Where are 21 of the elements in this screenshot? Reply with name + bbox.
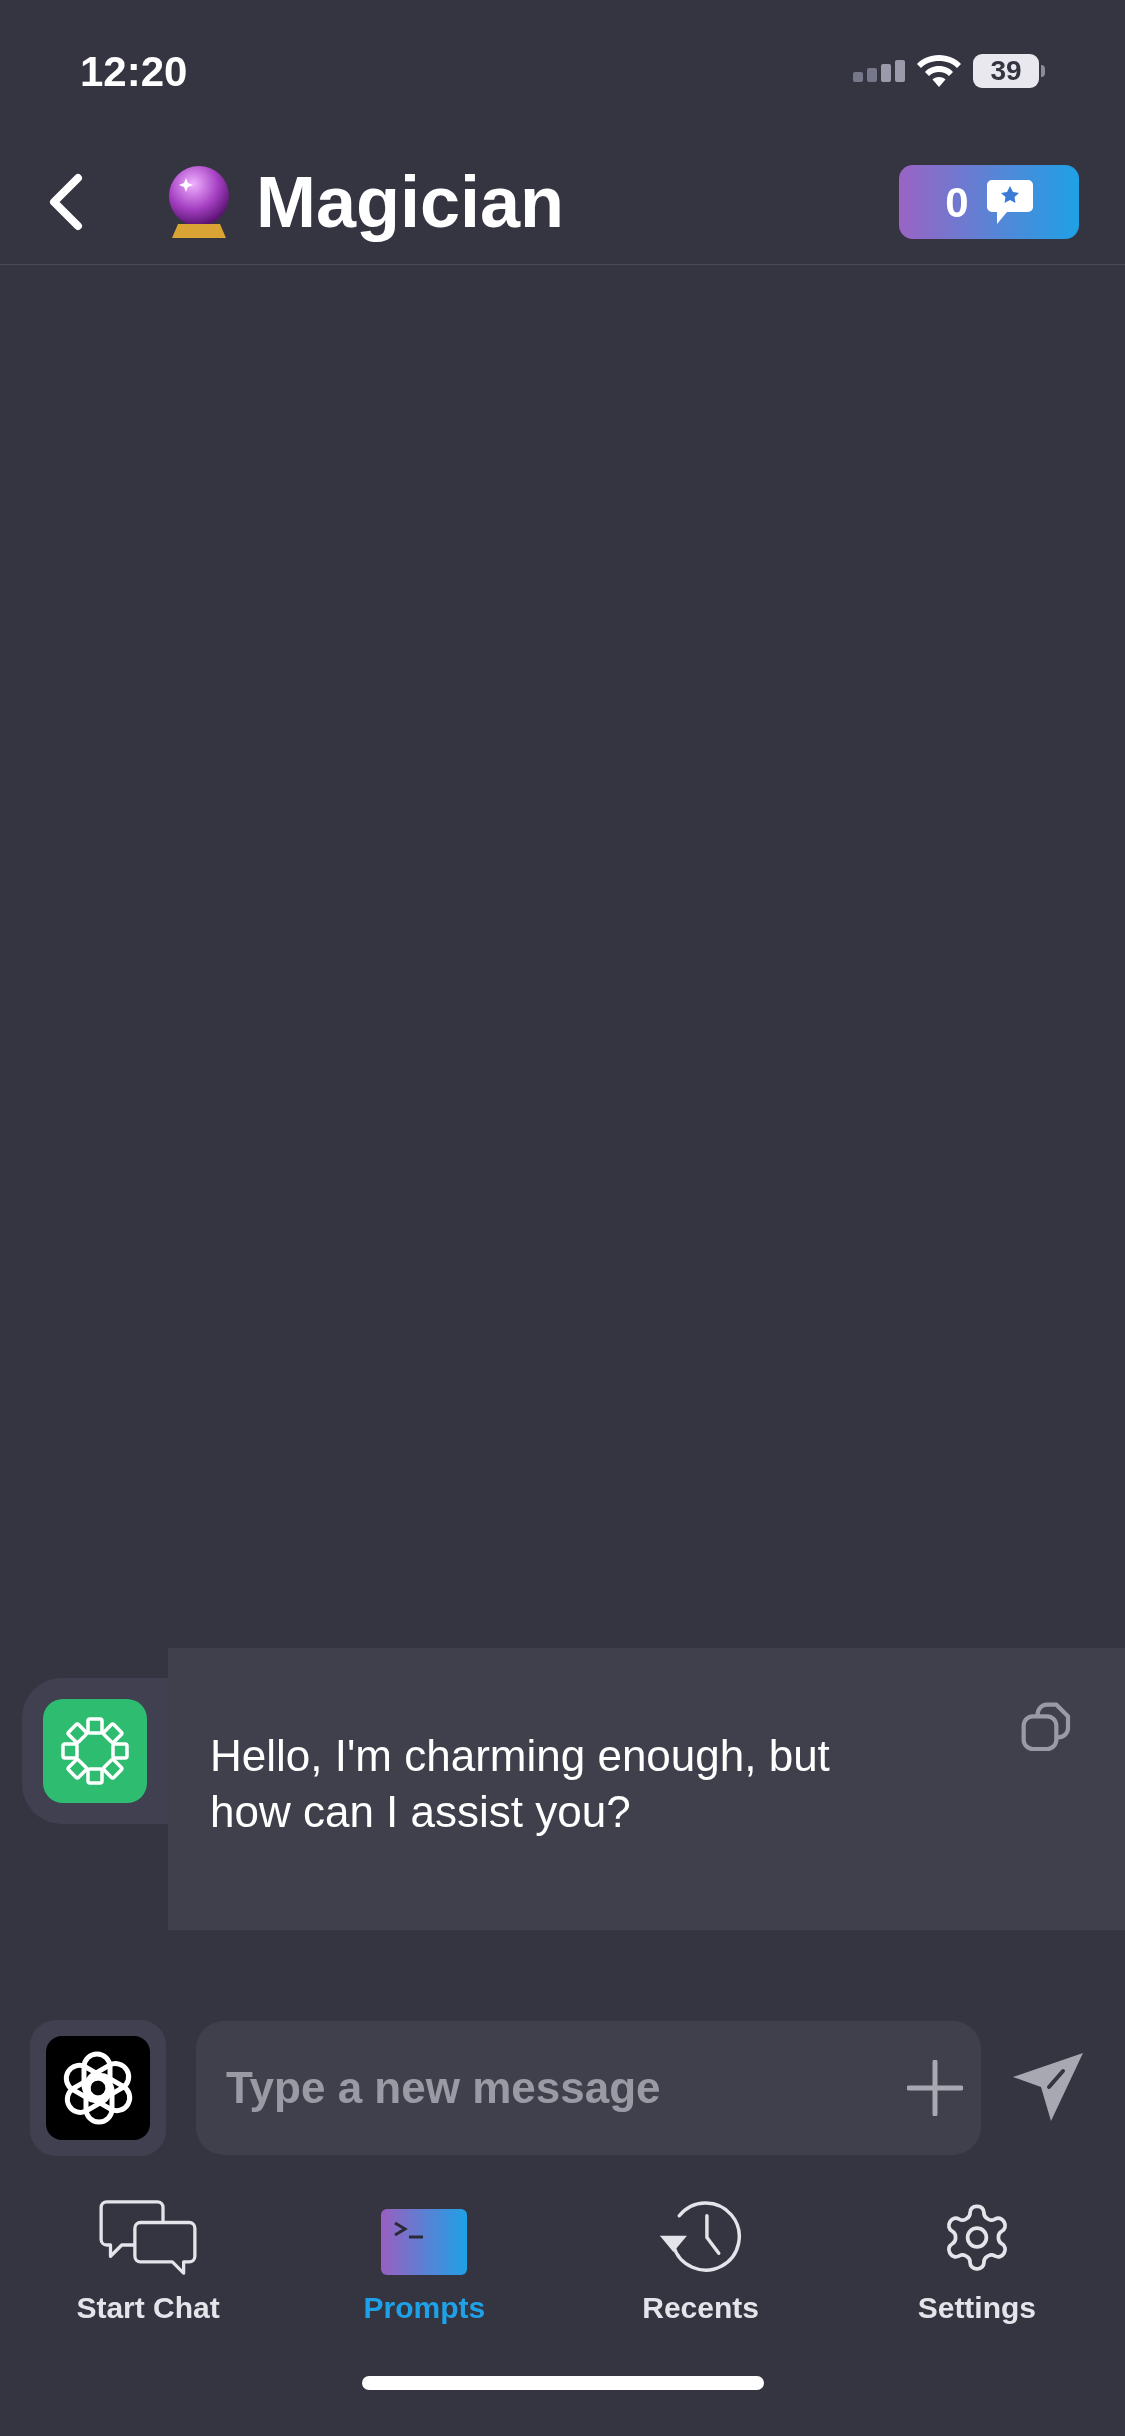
crystal-ball-icon — [166, 164, 232, 240]
knot-logo-icon — [46, 2036, 150, 2140]
history-clock-icon — [658, 2200, 743, 2275]
wifi-icon — [917, 55, 961, 87]
signal-icon — [853, 60, 905, 82]
flower-logo-icon — [43, 1699, 147, 1803]
battery-indicator: 39 — [973, 54, 1039, 88]
terminal-icon — [381, 2209, 468, 2275]
tab-item[interactable]: Settings — [876, 2200, 1077, 2330]
status-time: 12:20 — [80, 46, 188, 97]
tab-item[interactable]: Prompts — [324, 2200, 525, 2330]
plus-icon[interactable] — [907, 2060, 963, 2116]
credits-count: 0 — [945, 177, 969, 228]
tab-item[interactable]: Start Chat — [48, 2200, 249, 2330]
credits-badge[interactable]: 0 — [899, 165, 1079, 239]
tab-item[interactable]: Recents — [600, 2200, 801, 2330]
message-input[interactable]: Type a new message — [226, 2055, 907, 2121]
message-text: Hello, I'm charming enough, but how can I assist you? — [210, 1730, 831, 1838]
model-picker[interactable] — [30, 2020, 166, 2156]
message-field[interactable]: Type a new message — [196, 2021, 981, 2155]
star-message-icon — [986, 180, 1033, 224]
